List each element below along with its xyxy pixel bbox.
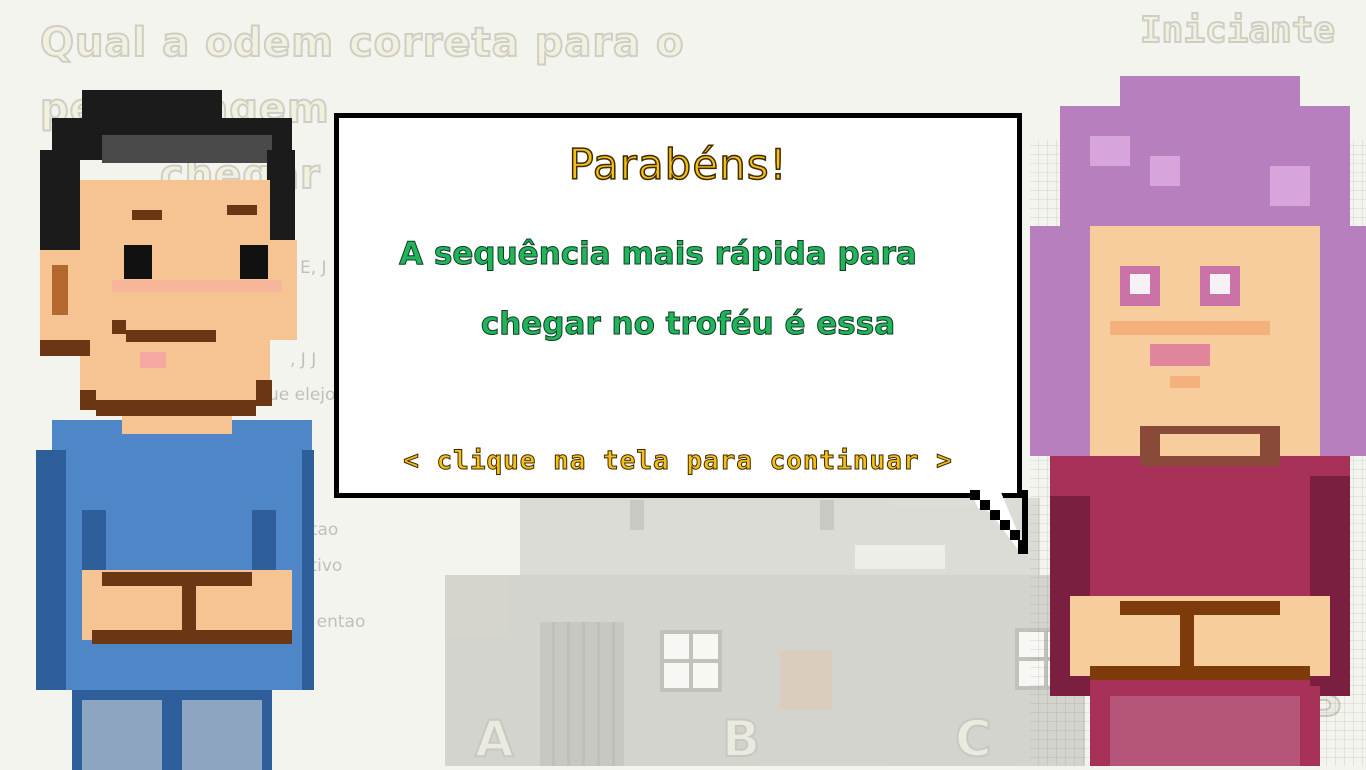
continue-prompt[interactable]: < clique na tela para continuar > (339, 446, 1017, 477)
congrats-dialog[interactable]: Parabéns! A sequência mais rápida para c… (334, 113, 1022, 498)
dialog-message-line-2: chegar no troféu é essa (480, 306, 896, 343)
fireplace (780, 650, 832, 710)
game-screen[interactable]: { "background": { "question_line_1": "Qu… (0, 0, 1366, 770)
boy-character (36, 90, 314, 770)
girl-character (1030, 76, 1366, 766)
house-door (540, 622, 624, 766)
roof-pillar (820, 500, 834, 530)
roof-pillar (630, 500, 644, 530)
difficulty-label: Iniciante (1139, 9, 1336, 52)
dialog-message-line-1: A sequência mais rápida para (399, 236, 918, 273)
house-floor (855, 545, 945, 569)
house-roof (520, 498, 1040, 578)
door-letter: B (721, 709, 761, 769)
dialog-title: Parabéns! (568, 139, 788, 190)
house-window (660, 630, 722, 692)
bubble-tail (970, 490, 1028, 554)
door-letter: C (954, 709, 993, 769)
door-letter: A (474, 709, 515, 769)
